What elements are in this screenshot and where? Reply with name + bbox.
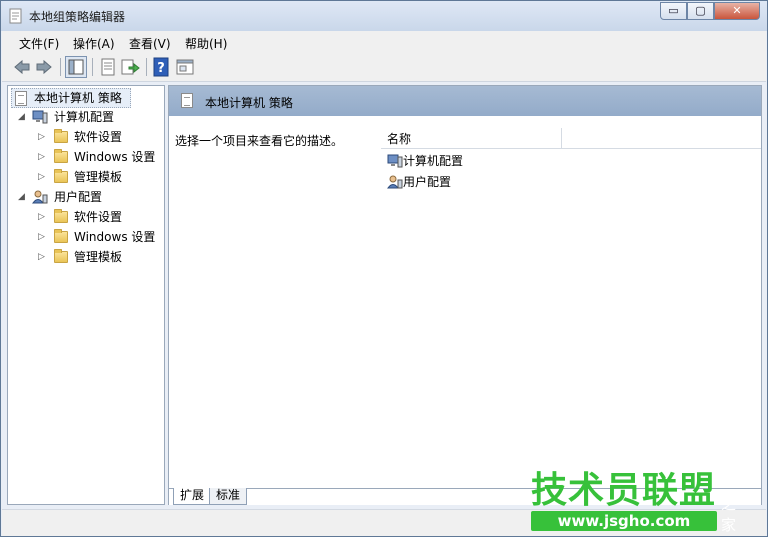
folder-icon — [54, 249, 68, 263]
expand-arrow-icon[interactable]: ▷ — [38, 228, 48, 246]
collapse-arrow-icon[interactable]: ◢ — [18, 108, 28, 126]
properties-icon[interactable] — [98, 57, 118, 77]
back-arrow-icon[interactable] — [12, 57, 32, 77]
watermark-side: 之家 — [721, 495, 737, 534]
tree-item-user-config[interactable]: ◢ 用户配置 — [16, 188, 156, 206]
filter-options-icon[interactable] — [175, 57, 195, 77]
tree-item-local-policy[interactable]: 本地计算机 策略 — [11, 88, 131, 108]
menu-view[interactable]: 查看(V) — [129, 35, 171, 52]
toolbar: ? — [2, 53, 766, 82]
collapse-arrow-icon[interactable]: ◢ — [18, 188, 28, 206]
tree-item-computer-windows[interactable]: ▷ Windows 设置 — [36, 148, 162, 166]
tab-extended[interactable]: 扩展 — [173, 488, 212, 505]
folder-icon — [54, 149, 68, 163]
toolbar-separator — [92, 58, 93, 76]
toolbar-separator — [146, 58, 147, 76]
folder-icon — [54, 209, 68, 223]
window-title: 本地组策略编辑器 — [29, 10, 126, 24]
expand-arrow-icon[interactable]: ▷ — [38, 128, 48, 146]
computer-icon — [387, 154, 403, 168]
tree-item-label: 用户配置 — [54, 190, 103, 204]
minimize-button[interactable]: ▭ — [660, 2, 687, 20]
tree-item-user-windows[interactable]: ▷ Windows 设置 — [36, 228, 162, 246]
list-item-label: 用户配置 — [403, 175, 452, 189]
policy-icon — [181, 93, 193, 108]
expand-arrow-icon[interactable]: ▷ — [38, 148, 48, 166]
watermark-title: 技术员联盟 — [531, 470, 717, 511]
tree-item-computer-config[interactable]: ◢ 计算机配置 — [16, 108, 156, 126]
tree-item-label: 本地计算机 策略 — [34, 91, 122, 105]
list-item-user-config[interactable]: 用户配置 — [385, 173, 505, 191]
tree-item-label: 软件设置 — [74, 130, 123, 144]
policy-editor-icon — [9, 8, 22, 24]
export-list-icon[interactable] — [120, 57, 140, 77]
maximize-button[interactable]: ▢ — [687, 2, 714, 20]
folder-icon — [54, 229, 68, 243]
column-divider[interactable] — [561, 128, 562, 148]
menu-help[interactable]: 帮助(H) — [185, 35, 227, 52]
tree-item-label: Windows 设置 — [74, 230, 156, 244]
tree-item-label: Windows 设置 — [74, 150, 156, 164]
close-button[interactable]: ✕ — [714, 2, 760, 20]
description-text: 选择一个项目来查看它的描述。 — [175, 134, 344, 148]
menu-file[interactable]: 文件(F) — [19, 35, 59, 52]
tree-item-label: 管理模板 — [74, 170, 123, 184]
expand-arrow-icon[interactable]: ▷ — [38, 248, 48, 266]
window: 本地组策略编辑器 ▭ ▢ ✕ 文件(F) 操作(A) 查看(V) 帮助(H) ?… — [0, 0, 768, 537]
help-icon[interactable]: ? — [152, 57, 172, 77]
computer-icon — [32, 110, 48, 124]
user-icon — [32, 190, 48, 204]
tree-item-computer-templates[interactable]: ▷ 管理模板 — [36, 168, 162, 186]
tree-item-user-software[interactable]: ▷ 软件设置 — [36, 208, 162, 226]
title-bar[interactable]: 本地组策略编辑器 ▭ ▢ ✕ — [1, 1, 767, 31]
svg-text:?: ? — [157, 61, 165, 76]
menu-bar: 文件(F) 操作(A) 查看(V) 帮助(H) — [2, 31, 766, 53]
column-header-label: 名称 — [387, 132, 412, 146]
list-item-label: 计算机配置 — [403, 154, 464, 168]
user-icon — [387, 175, 403, 189]
expand-arrow-icon[interactable]: ▷ — [38, 168, 48, 186]
item-list: 名称 计算机配置 用户配置 — [381, 116, 761, 486]
details-header: 本地计算机 策略 — [169, 86, 761, 116]
tab-standard[interactable]: 标准 — [209, 488, 248, 505]
column-header-name[interactable]: 名称 — [381, 128, 761, 149]
tree-item-label: 管理模板 — [74, 250, 123, 264]
details-title: 本地计算机 策略 — [205, 96, 293, 110]
expand-arrow-icon[interactable]: ▷ — [38, 208, 48, 226]
toolbar-separator — [60, 58, 61, 76]
show-hide-tree-icon[interactable] — [65, 56, 87, 78]
folder-icon — [54, 169, 68, 183]
folder-icon — [54, 129, 68, 143]
forward-arrow-icon[interactable] — [34, 57, 54, 77]
list-item-computer-config[interactable]: 计算机配置 — [385, 152, 505, 170]
tree-item-user-templates[interactable]: ▷ 管理模板 — [36, 248, 162, 266]
watermark-url: www.jsgho.com — [531, 511, 717, 531]
tree-item-label: 软件设置 — [74, 210, 123, 224]
policy-icon — [15, 91, 27, 106]
tree-item-label: 计算机配置 — [54, 110, 115, 124]
details-pane: 本地计算机 策略 选择一个项目来查看它的描述。 名称 计算机配置 用户配置 扩展… — [168, 85, 762, 505]
menu-action[interactable]: 操作(A) — [73, 35, 115, 52]
tree-item-computer-software[interactable]: ▷ 软件设置 — [36, 128, 162, 146]
watermark-logo: 技术员联盟 www.jsgho.com 之家 — [531, 470, 736, 534]
tree-pane: 本地计算机 策略 ◢ 计算机配置 ▷ 软件设置 ▷ Windows 设置 ▷ 管… — [7, 85, 165, 505]
